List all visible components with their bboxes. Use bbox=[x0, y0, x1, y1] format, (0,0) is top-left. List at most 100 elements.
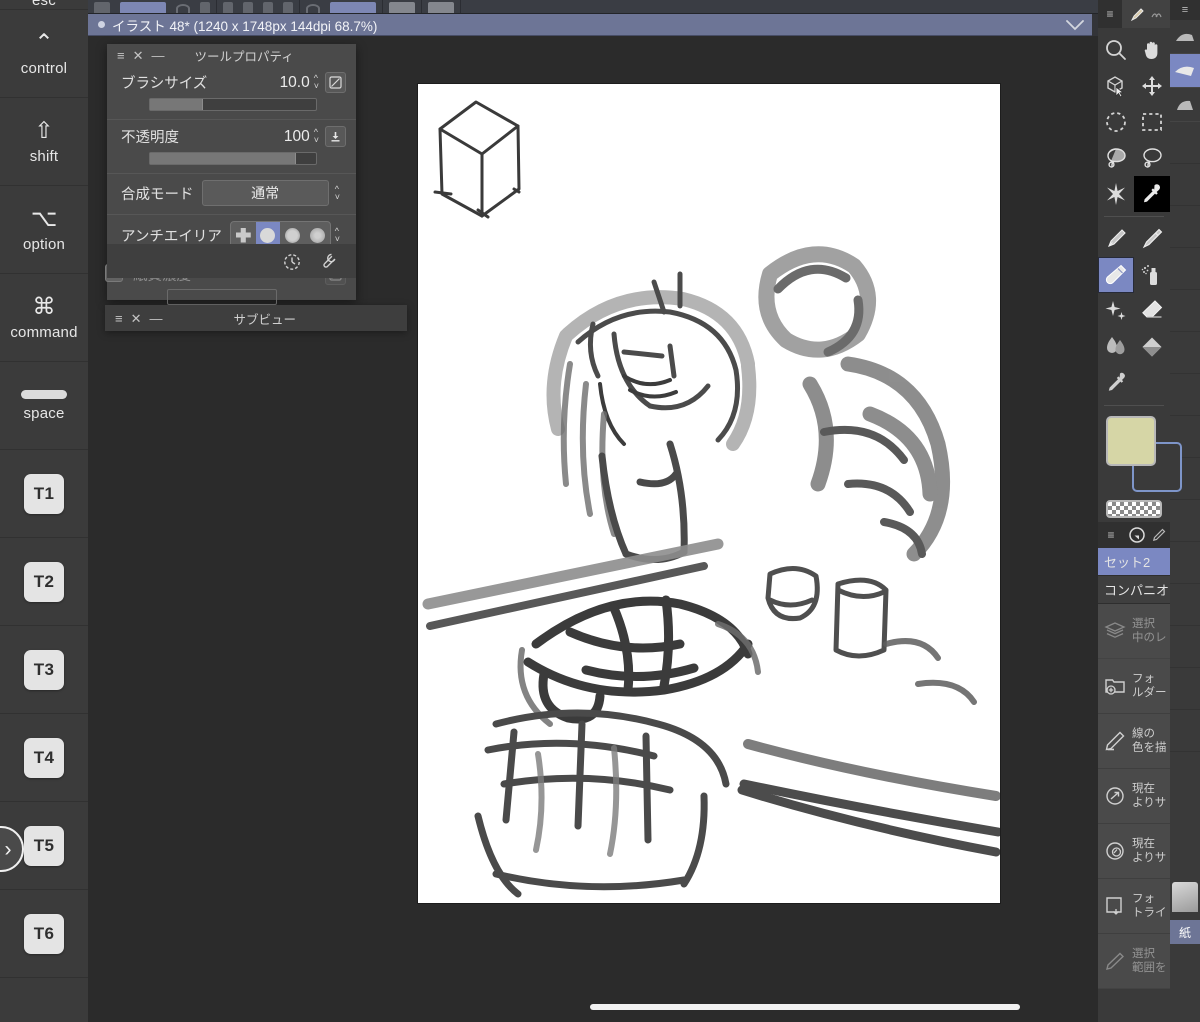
key-shift[interactable]: ⇧ shift bbox=[0, 98, 88, 186]
strip-row[interactable] bbox=[1170, 500, 1200, 542]
stepper-down-icon[interactable]: ˅ bbox=[314, 136, 319, 145]
key-t6[interactable]: T6 bbox=[0, 890, 88, 978]
marker-tool[interactable] bbox=[1098, 257, 1134, 293]
opacity-slider[interactable] bbox=[149, 152, 317, 165]
stepper-down-icon[interactable]: ˅ bbox=[314, 82, 319, 91]
key-space[interactable]: space bbox=[0, 362, 88, 450]
opacity-pressure-button[interactable] bbox=[325, 126, 346, 147]
toolbar-icon[interactable] bbox=[243, 2, 253, 13]
command-select-layer[interactable]: 選択 中のレ bbox=[1098, 604, 1170, 659]
menu-icon[interactable]: ≡ bbox=[1098, 7, 1122, 21]
strip-row[interactable] bbox=[1170, 542, 1200, 584]
brush-preset-1[interactable] bbox=[1170, 20, 1200, 54]
row-opacity[interactable]: 不透明度 100 ^ ˅ bbox=[107, 119, 356, 173]
set-tab-set2[interactable]: セット2 bbox=[1098, 548, 1170, 576]
artwork-canvas[interactable] bbox=[418, 84, 1000, 903]
toolbar-icon[interactable] bbox=[94, 2, 110, 13]
toolbar-group-2[interactable] bbox=[217, 0, 300, 13]
palette-header[interactable]: ≡ ✕ — ツールプロパティ bbox=[107, 44, 356, 66]
key-t1[interactable]: T1 bbox=[0, 450, 88, 538]
object-3d-tool[interactable] bbox=[1098, 68, 1134, 104]
menu-icon[interactable]: ≡ bbox=[1098, 528, 1124, 542]
toolbar-group-3[interactable] bbox=[300, 0, 383, 13]
toolbar-group-1[interactable] bbox=[88, 0, 217, 13]
pen-tool[interactable] bbox=[1098, 221, 1134, 257]
blend-mode-select[interactable]: 通常 bbox=[201, 180, 329, 206]
minimize-icon[interactable]: — bbox=[152, 49, 165, 62]
paper-texture-field[interactable] bbox=[167, 289, 277, 305]
blend-tool[interactable] bbox=[1098, 329, 1134, 365]
command-size-up[interactable]: 現在 よりサ bbox=[1098, 769, 1170, 824]
eraser-tool[interactable] bbox=[1134, 293, 1170, 329]
menu-icon[interactable]: ≡ bbox=[115, 312, 123, 325]
key-t2[interactable]: T2 bbox=[0, 538, 88, 626]
stepper-down-icon[interactable]: ˅ bbox=[335, 192, 340, 201]
toolbar-icon[interactable] bbox=[223, 2, 233, 13]
brush-size-pressure-button[interactable] bbox=[325, 72, 346, 93]
toolbar-icon[interactable] bbox=[200, 2, 210, 13]
airbrush-tool[interactable] bbox=[1134, 257, 1170, 293]
subview-panel-header[interactable]: ≡ ✕ — サブビュー bbox=[105, 305, 407, 331]
close-icon[interactable]: ✕ bbox=[131, 312, 142, 325]
toolbar-group-5[interactable] bbox=[422, 0, 461, 13]
command-folder[interactable]: フォ ルダー bbox=[1098, 659, 1170, 714]
brush-preset-2[interactable] bbox=[1170, 54, 1200, 88]
foreground-color-swatch[interactable] bbox=[1106, 416, 1156, 466]
set-tab-companion[interactable]: コンパニオン bbox=[1098, 576, 1170, 604]
palette-footer[interactable] bbox=[107, 244, 356, 278]
brush-size-slider[interactable] bbox=[149, 98, 317, 111]
tab-pen-tools[interactable] bbox=[1122, 0, 1170, 28]
brush-size-stepper[interactable]: ^ ˅ bbox=[314, 74, 319, 91]
ellipse-select-tool[interactable] bbox=[1098, 104, 1134, 140]
lasso-tool[interactable] bbox=[1134, 140, 1170, 176]
wrench-icon[interactable] bbox=[318, 251, 338, 271]
brush-preset-3[interactable] bbox=[1170, 88, 1200, 122]
tool-property-palette[interactable]: ≡ ✕ — ツールプロパティ ブラシサイズ 10.0 ^ ˅ 不透明度 100 … bbox=[105, 44, 356, 305]
brush-set-header[interactable]: ≡ bbox=[1098, 522, 1170, 548]
toolbar-icon[interactable] bbox=[389, 2, 415, 13]
strip-row[interactable] bbox=[1170, 584, 1200, 626]
key-option[interactable]: ⌥ option bbox=[0, 186, 88, 274]
key-t4[interactable]: T4 bbox=[0, 714, 88, 802]
gradient-tool[interactable] bbox=[1098, 365, 1134, 401]
strip-menu-icon[interactable]: ≡ bbox=[1170, 0, 1200, 20]
document-title-bar[interactable]: イラスト 48* (1240 x 1748px 144dpi 68.7%) bbox=[88, 14, 1092, 36]
strip-row[interactable] bbox=[1170, 668, 1200, 710]
command-selection-range[interactable]: 選択 範囲を bbox=[1098, 934, 1170, 989]
lasso-fill-tool[interactable] bbox=[1098, 140, 1134, 176]
command-line-color[interactable]: 線の 色を描 bbox=[1098, 714, 1170, 769]
top-command-bar[interactable] bbox=[88, 0, 1200, 14]
color-swatch-area[interactable] bbox=[1098, 410, 1182, 522]
key-t3[interactable]: T3 bbox=[0, 626, 88, 714]
row-brush-size[interactable]: ブラシサイズ 10.0 ^ ˅ bbox=[107, 66, 356, 119]
strip-row[interactable] bbox=[1170, 332, 1200, 374]
move-tool[interactable] bbox=[1134, 68, 1170, 104]
set-header-tools[interactable] bbox=[1124, 526, 1170, 544]
fill-tool[interactable] bbox=[1134, 329, 1170, 365]
transparent-color-swatch[interactable] bbox=[1106, 500, 1162, 518]
toolbar-icon[interactable] bbox=[263, 2, 273, 13]
rect-select-tool[interactable] bbox=[1134, 104, 1170, 140]
toolbar-icon-selected[interactable] bbox=[330, 2, 376, 13]
strip-row[interactable] bbox=[1170, 164, 1200, 206]
toolbar-icon[interactable] bbox=[283, 2, 293, 13]
command-size-down[interactable]: 現在 よりサ bbox=[1098, 824, 1170, 879]
row-blend-mode[interactable]: 合成モード 通常 ^ ˅ bbox=[107, 173, 356, 214]
strip-row[interactable] bbox=[1170, 122, 1200, 164]
close-icon[interactable]: ✕ bbox=[133, 49, 144, 62]
toolbar-group-4[interactable] bbox=[383, 0, 422, 13]
strip-row[interactable] bbox=[1170, 206, 1200, 248]
pencil-tool[interactable] bbox=[1134, 221, 1170, 257]
hand-tool[interactable] bbox=[1134, 32, 1170, 68]
paper-label[interactable]: 紙 bbox=[1170, 920, 1200, 944]
key-esc[interactable]: esc bbox=[0, 0, 88, 10]
toolbar-icon[interactable] bbox=[176, 4, 190, 13]
minimize-icon[interactable]: — bbox=[150, 312, 163, 325]
strip-row[interactable] bbox=[1170, 710, 1200, 752]
anti-alias-stepper[interactable]: ^ ˅ bbox=[335, 226, 340, 243]
key-control[interactable]: ⌃ control bbox=[0, 10, 88, 98]
strip-row[interactable] bbox=[1170, 374, 1200, 416]
menu-icon[interactable]: ≡ bbox=[117, 49, 125, 62]
toolbar-icon[interactable] bbox=[428, 2, 454, 13]
magic-wand-tool[interactable] bbox=[1098, 176, 1134, 212]
